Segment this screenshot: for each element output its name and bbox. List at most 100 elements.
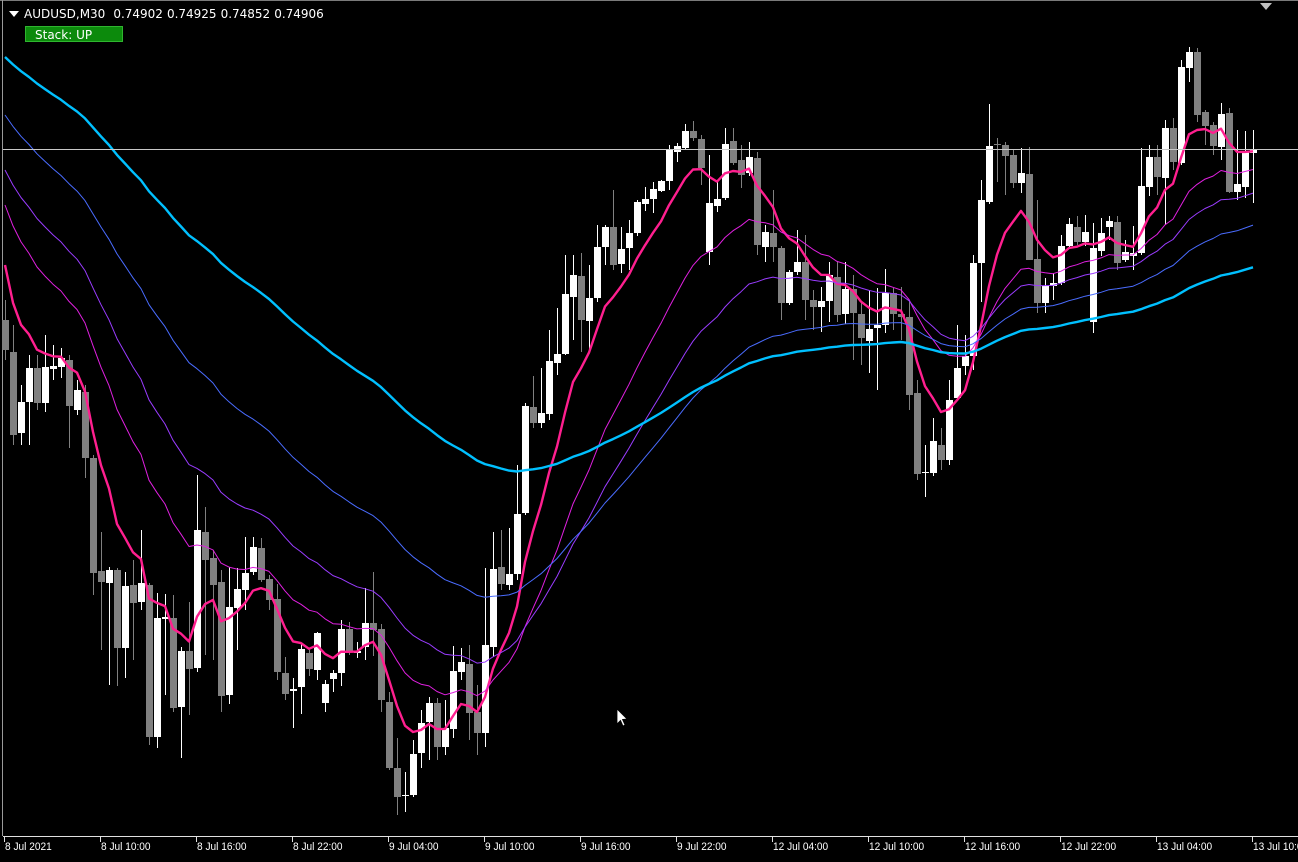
candle [610,190,617,270]
candle-body [762,232,769,247]
candle-body [754,158,761,245]
candle [666,145,673,190]
candle-body [994,144,1001,145]
candle-body [34,368,41,403]
candle [410,740,417,797]
candle [426,697,433,760]
time-axis-label: 13 Jul 10:00 [1253,841,1298,853]
candle-body [658,181,665,191]
candle [1034,200,1041,313]
candle [1138,148,1145,255]
candle [826,262,833,322]
candle-body [394,768,401,797]
moving-averages-layer [3,56,1254,734]
candle [1074,216,1081,245]
candle [314,632,321,680]
time-axis-label: 12 Jul 10:00 [869,841,925,853]
candle [810,290,817,330]
time-axis-label: 9 Jul 10:00 [485,841,535,853]
candle [1194,48,1201,122]
candle [1186,47,1193,82]
candle [490,532,497,657]
candle [522,403,529,515]
candle [706,155,713,265]
low-value: 0.74852 [220,7,271,21]
candle-body [666,149,673,181]
time-axis-label: 8 Jul 2021 [5,841,52,853]
candle [34,355,41,410]
symbol-timeframe: AUDUSD,M30 [24,7,106,21]
candle [122,572,129,678]
candle [10,325,17,445]
candle-body [954,368,961,398]
candle-body [802,262,809,300]
candle [626,220,633,270]
candle [730,128,737,165]
candle-body [618,249,625,264]
time-axis-label: 9 Jul 16:00 [581,841,631,853]
candle-body [426,703,433,722]
candle-body [586,298,593,321]
candle [1146,145,1153,196]
candle-body [642,199,649,204]
candle-body [930,441,937,473]
candle [90,455,97,595]
candle [634,200,641,236]
candle [178,647,185,758]
candle-body [306,653,313,669]
candle [1010,150,1017,188]
candle-body [1010,155,1017,183]
candle-body [458,662,465,672]
candle [658,180,665,192]
time-axis-label: 9 Jul 04:00 [389,841,439,853]
candle [1226,108,1233,193]
candle-body [818,301,825,307]
candle-body [626,233,633,248]
candle [930,418,937,476]
candle-body [1202,112,1209,126]
chart-shift-marker-icon[interactable] [1260,3,1272,10]
candle-body [106,570,113,583]
candle-body [530,407,537,423]
candle [458,648,465,680]
candle [18,385,25,445]
candle [290,678,297,728]
candle-body [890,293,897,314]
candle [506,528,513,590]
candle [50,345,57,380]
candle-body [258,548,265,580]
collapse-triangle-icon[interactable] [9,11,19,17]
candle-body [1018,173,1025,183]
candle-body [730,141,737,163]
candle [1162,120,1169,225]
candle [58,348,65,378]
candle [642,187,649,211]
candle [202,507,209,655]
candle [978,180,985,302]
candle-body [226,607,233,695]
candle [722,128,729,200]
candle [874,288,881,390]
candle-body [866,329,873,341]
candle-body [1122,252,1129,260]
candle-body [610,227,617,265]
time-axis-label: 8 Jul 16:00 [197,841,247,853]
candle-body [1154,157,1161,177]
candle [322,680,329,712]
candle-body [1242,152,1249,187]
candle-body [778,248,785,303]
time-axis-label: 12 Jul 16:00 [965,841,1021,853]
candle-body [1194,52,1201,115]
candle [618,227,625,273]
price-chart[interactable] [0,0,1298,862]
candle-body [234,589,241,608]
candle-body [1138,186,1145,253]
candle [570,255,577,340]
candle-body [698,139,705,168]
candle [738,145,745,188]
candle [1042,278,1049,313]
candle [1242,131,1249,198]
candle [402,772,409,812]
candle [274,584,281,680]
candle-body [42,367,49,403]
